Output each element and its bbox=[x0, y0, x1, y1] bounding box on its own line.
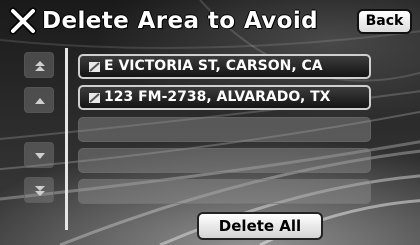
area-icon bbox=[89, 93, 100, 103]
cancel-x-icon bbox=[9, 7, 37, 35]
area-label: 123 FM-2738, ALVARADO, TX bbox=[104, 89, 331, 105]
up-button[interactable] bbox=[24, 87, 54, 113]
up-arrow-icon bbox=[35, 98, 45, 104]
double-up-arrow-icon bbox=[35, 61, 45, 71]
empty-list-row bbox=[78, 117, 371, 142]
area-label: E VICTORIA ST, CARSON, CA bbox=[104, 58, 323, 74]
nav-screen: Delete Area to Avoid Back E VICTORIA ST,… bbox=[0, 0, 420, 245]
down-arrow-icon bbox=[35, 153, 45, 159]
page-title: Delete Area to Avoid bbox=[42, 8, 318, 34]
down-button[interactable] bbox=[24, 142, 54, 168]
delete-all-button[interactable]: Delete All bbox=[197, 212, 323, 240]
back-button[interactable]: Back bbox=[357, 9, 412, 34]
empty-list-row bbox=[78, 179, 371, 204]
list-divider bbox=[65, 48, 68, 230]
area-icon bbox=[89, 62, 100, 72]
page-down-button[interactable] bbox=[24, 177, 54, 203]
area-list-item[interactable]: E VICTORIA ST, CARSON, CA bbox=[78, 54, 371, 79]
page-up-button[interactable] bbox=[24, 52, 54, 78]
empty-list-row bbox=[78, 148, 371, 173]
double-down-arrow-icon bbox=[35, 186, 45, 196]
area-list-item[interactable]: 123 FM-2738, ALVARADO, TX bbox=[78, 85, 371, 110]
